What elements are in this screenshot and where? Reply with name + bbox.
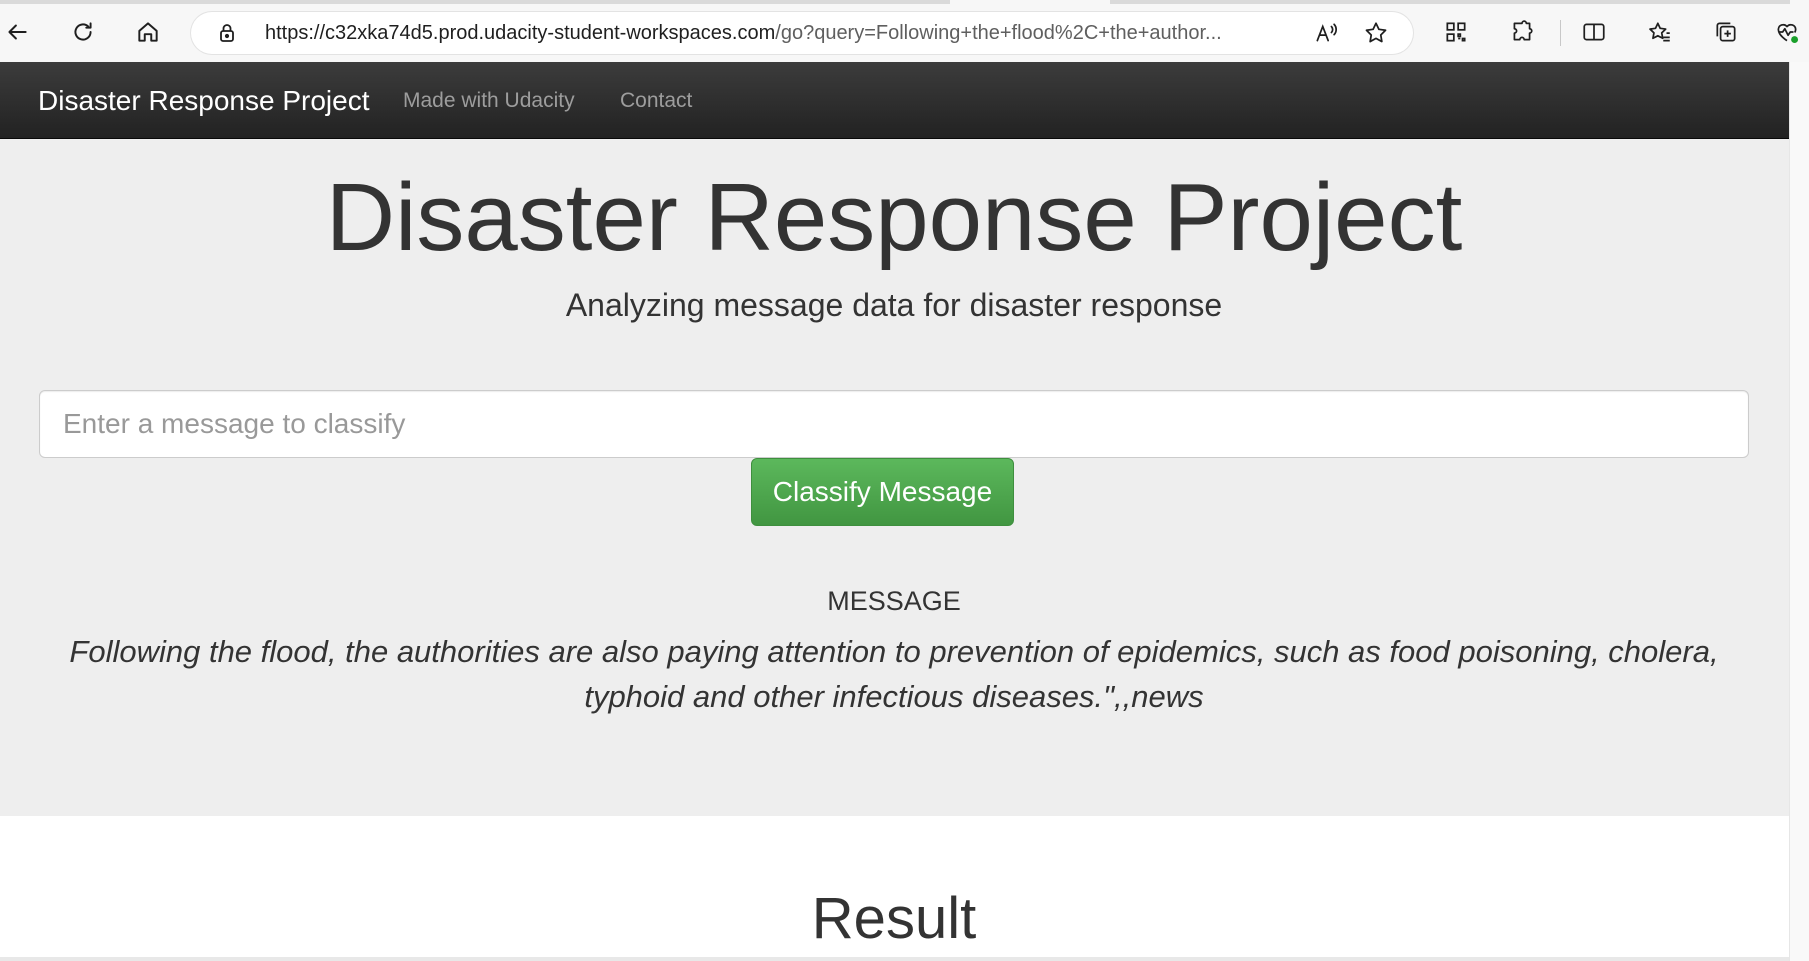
collections-icon[interactable] <box>1709 15 1743 49</box>
lock-icon[interactable] <box>215 21 239 45</box>
back-arrow-icon[interactable] <box>0 15 34 49</box>
message-heading: MESSAGE <box>827 586 961 616</box>
url-path: /go?query=Following+the+flood%2C+the+aut… <box>775 22 1222 44</box>
nav-link-made-with-udacity[interactable]: Made with Udacity <box>403 88 575 114</box>
top-navbar: Disaster Response Project Made with Udac… <box>0 62 1809 139</box>
result-title: Result <box>811 886 977 951</box>
tab-strip-edge <box>1110 0 1790 4</box>
page-scrollbar[interactable] <box>1789 62 1809 961</box>
star-icon[interactable] <box>1361 18 1391 48</box>
nav-link-contact[interactable]: Contact <box>620 88 692 114</box>
home-icon[interactable] <box>131 15 165 49</box>
refresh-icon[interactable] <box>66 15 100 49</box>
page-title: Disaster Response Project <box>325 164 1463 271</box>
read-aloud-icon[interactable] <box>1311 18 1341 48</box>
message-text: Following the flood, the authorities are… <box>69 634 1719 714</box>
page: https://c32xka74d5.prod.udacity-student-… <box>0 0 1809 961</box>
toolbar-divider <box>1560 20 1561 46</box>
url-host: https://c32xka74d5.prod.udacity-student-… <box>265 22 776 44</box>
address-bar[interactable]: https://c32xka74d5.prod.udacity-student-… <box>191 12 1413 54</box>
favorites-icon[interactable] <box>1643 15 1677 49</box>
browser-toolbar: https://c32xka74d5.prod.udacity-student-… <box>0 0 1809 62</box>
navbar-brand[interactable]: Disaster Response Project <box>38 84 369 118</box>
message-input[interactable] <box>39 390 1749 458</box>
url-text[interactable]: https://c32xka74d5.prod.udacity-student-… <box>265 21 1285 45</box>
classify-message-button[interactable]: Classify Message <box>751 458 1014 526</box>
puzzle-icon[interactable] <box>1505 15 1539 49</box>
tab-strip-edge <box>0 0 950 4</box>
split-screen-icon[interactable] <box>1577 15 1611 49</box>
qr-code-icon[interactable] <box>1439 15 1473 49</box>
browser-essentials-icon[interactable] <box>1770 15 1804 49</box>
page-subtitle: Analyzing message data for disaster resp… <box>565 287 1223 323</box>
jumbotron: Disaster Response Project Analyzing mess… <box>0 139 1809 816</box>
bottom-divider <box>0 957 1789 961</box>
